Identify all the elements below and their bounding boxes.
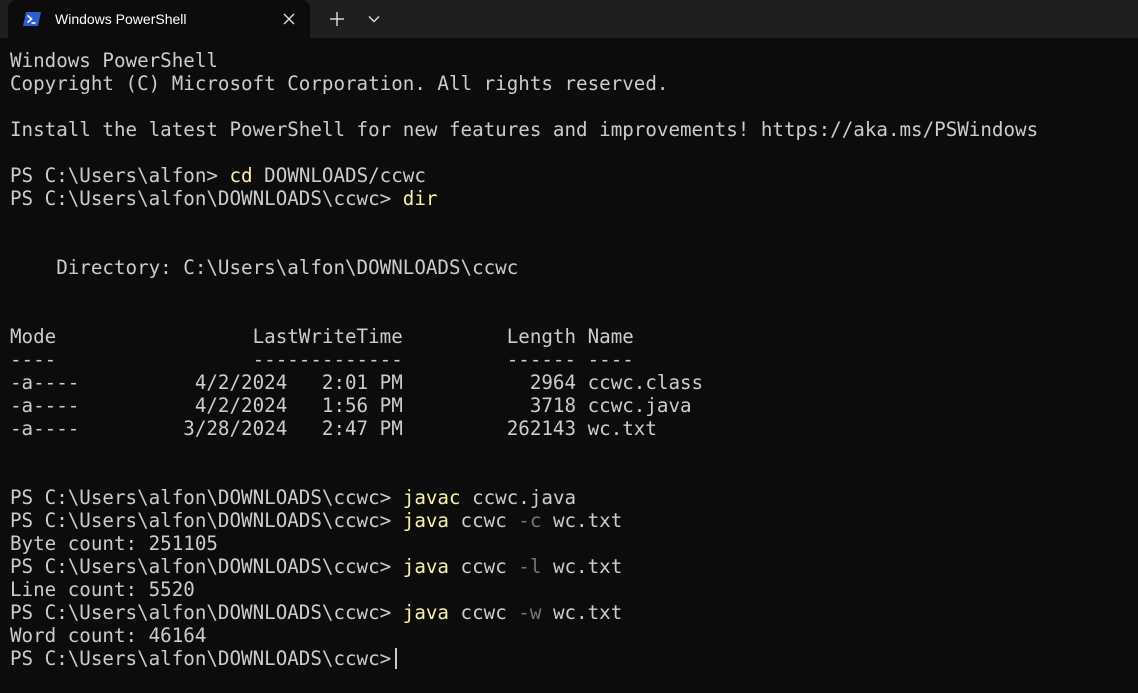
tab-title: Windows PowerShell bbox=[55, 11, 187, 27]
output-text: -a---- 4/2/2024 2:01 PM 2964 ccwc.class bbox=[10, 371, 704, 394]
title-bar: Windows PowerShell bbox=[0, 0, 1138, 38]
command-text: java bbox=[402, 601, 449, 624]
output-text: Byte count: 251105 bbox=[10, 532, 218, 555]
command-text: dir bbox=[402, 187, 438, 210]
console-line: Directory: C:\Users\alfon\DOWNLOADS\ccwc bbox=[10, 256, 1038, 279]
output-text: PS C:\Users\alfon\DOWNLOADS\ccwc> bbox=[10, 486, 403, 509]
parameter-text: -c bbox=[518, 509, 542, 532]
output-text: ccwc.java bbox=[460, 486, 577, 509]
output-text: wc.txt bbox=[541, 601, 623, 624]
console-line: PS C:\Users\alfon\DOWNLOADS\ccwc> java c… bbox=[10, 601, 1038, 624]
output-text: PS C:\Users\alfon\DOWNLOADS\ccwc> bbox=[10, 187, 403, 210]
command-text: java bbox=[402, 555, 449, 578]
plus-icon bbox=[330, 12, 344, 26]
console-line: -a---- 3/28/2024 2:47 PM 262143 wc.txt bbox=[10, 417, 1038, 440]
output-text: Word count: 46164 bbox=[10, 624, 207, 647]
parameter-text: -l bbox=[518, 555, 542, 578]
console-line: PS C:\Users\alfon\DOWNLOADS\ccwc> dir bbox=[10, 187, 1038, 210]
console-line: Byte count: 251105 bbox=[10, 532, 1038, 555]
output-text: PS C:\Users\alfon\DOWNLOADS\ccwc> bbox=[10, 647, 392, 670]
command-text: cd bbox=[229, 164, 253, 187]
console-line: ---- ------------- ------ ---- bbox=[10, 348, 1038, 371]
console-line: PS C:\Users\alfon\DOWNLOADS\ccwc> javac … bbox=[10, 486, 1038, 509]
console-line: Install the latest PowerShell for new fe… bbox=[10, 118, 1038, 141]
console-line: -a---- 4/2/2024 1:56 PM 3718 ccwc.java bbox=[10, 394, 1038, 417]
console-line: PS C:\Users\alfon\DOWNLOADS\ccwc> bbox=[10, 647, 1038, 670]
output-text: DOWNLOADS/ccwc bbox=[252, 164, 426, 187]
output-text: Line count: 5520 bbox=[10, 578, 195, 601]
output-text: ccwc bbox=[448, 509, 519, 532]
output-text: Directory: C:\Users\alfon\DOWNLOADS\ccwc bbox=[10, 256, 519, 279]
output-text: wc.txt bbox=[541, 555, 623, 578]
console-output: Windows PowerShell Copyright (C) Microsof… bbox=[10, 49, 1038, 670]
output-text: Copyright (C) Microsoft Corporation. All… bbox=[10, 72, 669, 95]
console-line: Mode LastWriteTime Length Name bbox=[10, 325, 1038, 348]
output-text: Windows PowerShell bbox=[10, 49, 218, 72]
console-line: Windows PowerShell bbox=[10, 49, 1038, 72]
terminal-area[interactable]: Windows PowerShell Copyright (C) Microsof… bbox=[0, 38, 1138, 693]
output-text: -a---- 4/2/2024 1:56 PM 3718 ccwc.java bbox=[10, 394, 692, 417]
console-line: PS C:\Users\alfon> cd DOWNLOADS/ccwc bbox=[10, 164, 1038, 187]
chevron-down-icon bbox=[368, 16, 380, 23]
output-text: Install the latest PowerShell for new fe… bbox=[10, 118, 1039, 141]
command-text: javac bbox=[402, 486, 461, 509]
output-text: -a---- 3/28/2024 2:47 PM 262143 wc.txt bbox=[10, 417, 657, 440]
parameter-text: -w bbox=[518, 601, 542, 624]
output-text: PS C:\Users\alfon> bbox=[10, 164, 230, 187]
text-cursor bbox=[395, 648, 397, 669]
new-tab-button[interactable] bbox=[326, 9, 348, 29]
console-line: PS C:\Users\alfon\DOWNLOADS\ccwc> java c… bbox=[10, 555, 1038, 578]
powershell-icon bbox=[23, 12, 41, 26]
output-text: ---- ------------- ------ ---- bbox=[10, 348, 634, 371]
output-text: wc.txt bbox=[541, 509, 623, 532]
output-text: ccwc bbox=[448, 601, 519, 624]
tab-dropdown-button[interactable] bbox=[364, 9, 384, 29]
output-text: Mode LastWriteTime Length Name bbox=[10, 325, 634, 348]
tab-windows-powershell[interactable]: Windows PowerShell bbox=[8, 0, 310, 38]
console-line: Line count: 5520 bbox=[10, 578, 1038, 601]
close-icon[interactable] bbox=[280, 10, 298, 28]
console-line: PS C:\Users\alfon\DOWNLOADS\ccwc> java c… bbox=[10, 509, 1038, 532]
console-line: -a---- 4/2/2024 2:01 PM 2964 ccwc.class bbox=[10, 371, 1038, 394]
console-line: Word count: 46164 bbox=[10, 624, 1038, 647]
output-text: PS C:\Users\alfon\DOWNLOADS\ccwc> bbox=[10, 601, 403, 624]
command-text: java bbox=[402, 509, 449, 532]
output-text: PS C:\Users\alfon\DOWNLOADS\ccwc> bbox=[10, 555, 403, 578]
console-line: Copyright (C) Microsoft Corporation. All… bbox=[10, 72, 1038, 95]
output-text: PS C:\Users\alfon\DOWNLOADS\ccwc> bbox=[10, 509, 403, 532]
output-text: ccwc bbox=[448, 555, 519, 578]
